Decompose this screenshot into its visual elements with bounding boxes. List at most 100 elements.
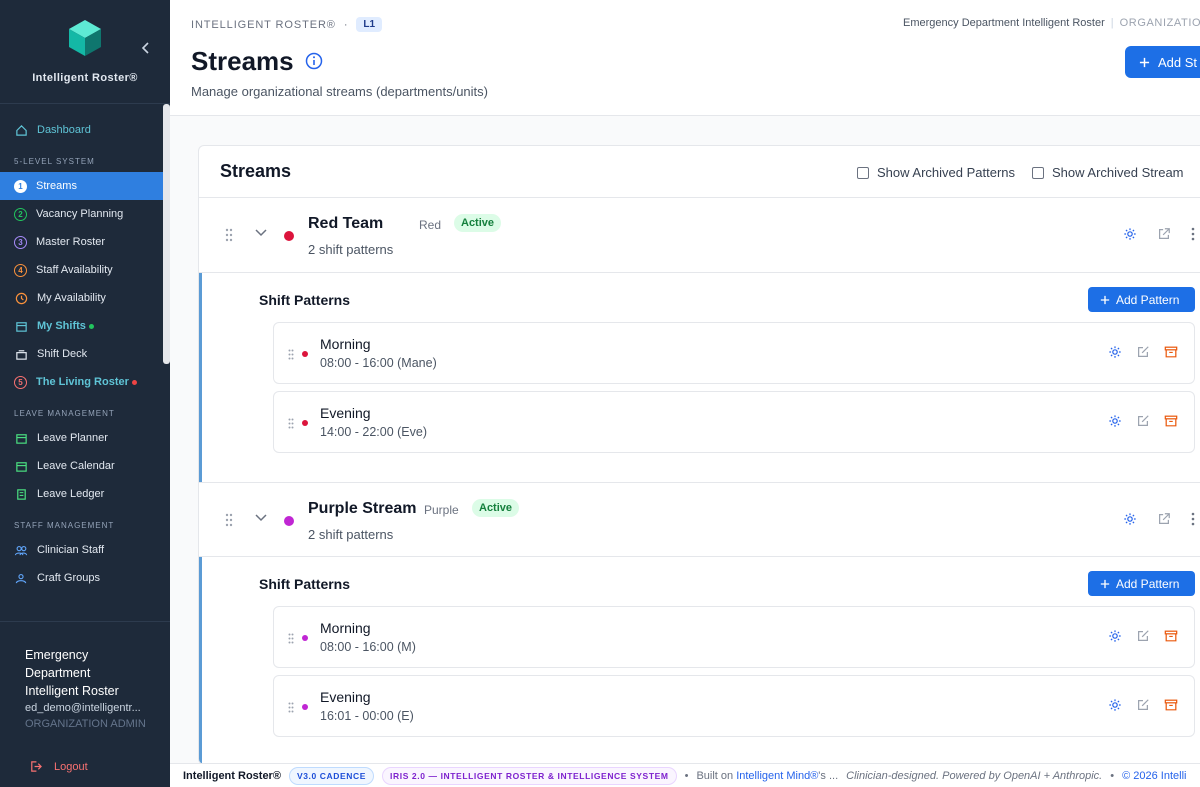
page-header: INTELLIGENT ROSTER® · L1 Emergency Depar… — [170, 0, 1200, 116]
pattern-color-dot — [302, 420, 308, 426]
drag-handle-icon[interactable] — [288, 418, 294, 429]
edit-icon[interactable] — [1136, 345, 1150, 359]
built-on-suffix: 's ... — [818, 769, 839, 782]
chevron-down-icon[interactable] — [255, 229, 267, 237]
calendar-icon — [14, 431, 28, 445]
settings-icon[interactable] — [1108, 345, 1122, 359]
archive-icon[interactable] — [1164, 345, 1178, 359]
sidebar-item-label: The Living Roster — [36, 376, 129, 388]
drag-handle-icon[interactable] — [225, 228, 233, 242]
sidebar-item-craft-groups[interactable]: Craft Groups — [0, 564, 163, 592]
level-4-badge: 4 — [14, 263, 27, 277]
sidebar-item-my-availability[interactable]: My Availability — [0, 284, 163, 312]
shift-pattern-card[interactable]: Evening 16:01 - 00:00 (E) — [273, 675, 1195, 737]
sidebar-item-leave-planner[interactable]: Leave Planner — [0, 424, 163, 452]
edit-icon[interactable] — [1136, 629, 1150, 643]
sidebar-item-my-shifts[interactable]: My Shifts — [0, 312, 163, 340]
checkbox-box[interactable] — [857, 166, 869, 179]
settings-icon[interactable] — [1108, 629, 1122, 643]
sidebar-item-streams[interactable]: 1 Streams — [0, 172, 163, 200]
add-stream-label: Add St — [1158, 54, 1198, 70]
add-pattern-label: Add Pattern — [1116, 576, 1180, 591]
external-link-icon[interactable] — [1157, 512, 1171, 526]
sidebar-item-label: My Shifts — [37, 320, 86, 332]
sidebar-item-label: Leave Ledger — [37, 488, 105, 500]
collapse-sidebar-button[interactable] — [138, 38, 152, 58]
user-role: ORGANIZATION ADMIN — [25, 718, 146, 730]
archive-icon[interactable] — [1164, 414, 1178, 428]
sidebar-item-living-roster[interactable]: 5 The Living Roster — [0, 368, 163, 396]
edit-icon[interactable] — [1136, 698, 1150, 712]
sidebar-item-label: Shift Deck — [37, 348, 88, 360]
stream-color-name: Purple — [424, 503, 459, 517]
shift-pattern-card[interactable]: Evening 14:00 - 22:00 (Eve) — [273, 391, 1195, 453]
info-icon[interactable] — [305, 52, 323, 70]
sidebar-item-leave-calendar[interactable]: Leave Calendar — [0, 452, 163, 480]
pattern-name: Morning — [320, 336, 371, 352]
drag-handle-icon[interactable] — [288, 349, 294, 360]
pattern-count: 2 shift patterns — [308, 527, 394, 542]
edit-icon[interactable] — [1136, 414, 1150, 428]
logout-button[interactable]: Logout — [29, 760, 88, 773]
settings-icon[interactable] — [1123, 512, 1137, 526]
archive-icon[interactable] — [1164, 629, 1178, 643]
sidebar-item-label: Streams — [36, 180, 77, 192]
sidebar-item-leave-ledger[interactable]: Leave Ledger — [0, 480, 163, 508]
user-email: ed_demo@intelligentr... — [25, 702, 141, 714]
settings-icon[interactable] — [1123, 227, 1137, 241]
archive-icon[interactable] — [1164, 698, 1178, 712]
section-label-5level: 5-LEVEL SYSTEM — [14, 157, 95, 166]
show-archived-patterns-checkbox[interactable]: Show Archived Patterns — [857, 165, 1015, 180]
sidebar-item-staff-availability[interactable]: 4 Staff Availability — [0, 256, 163, 284]
more-vertical-icon[interactable] — [1191, 512, 1195, 526]
shift-pattern-card[interactable]: Morning 08:00 - 16:00 (Mane) — [273, 322, 1195, 384]
checkbox-box[interactable] — [1032, 166, 1044, 179]
footer-separator: • — [684, 769, 689, 782]
pattern-name: Evening — [320, 689, 371, 705]
add-pattern-button[interactable]: Add Pattern — [1088, 571, 1195, 596]
add-pattern-button[interactable]: Add Pattern — [1088, 287, 1195, 312]
users-icon — [14, 543, 28, 557]
sidebar-item-master-roster[interactable]: 3 Master Roster — [0, 228, 163, 256]
chevron-down-icon[interactable] — [255, 514, 267, 522]
pattern-time: 14:00 - 22:00 (Eve) — [320, 425, 428, 439]
org-context: Emergency Department Intelligent Roster |… — [903, 17, 1200, 29]
sidebar-item-vacancy-planning[interactable]: 2 Vacancy Planning — [0, 200, 163, 228]
pattern-time: 08:00 - 16:00 (M) — [320, 640, 416, 654]
sidebar-item-clinician-staff[interactable]: Clinician Staff — [0, 536, 163, 564]
stream-name: Red Team — [308, 215, 384, 232]
drag-handle-icon[interactable] — [288, 702, 294, 713]
streams-card-header: Streams Show Archived Patterns Show Arch… — [199, 146, 1200, 198]
add-stream-button[interactable]: Add St — [1125, 46, 1200, 78]
stream-row[interactable]: Purple Stream Purple Active 2 shift patt… — [199, 482, 1200, 557]
shift-patterns-section: Shift Patterns Add Pattern Morning 08:00… — [199, 557, 1200, 764]
stream-color-name: Red — [419, 218, 442, 232]
stream-row[interactable]: Red Team Red Active 2 shift patterns — [199, 198, 1200, 273]
sidebar-item-shift-deck[interactable]: Shift Deck — [0, 340, 163, 368]
checkbox-label: Show Archived Patterns — [877, 165, 1016, 180]
sidebar-item-label: Clinician Staff — [37, 544, 105, 556]
breadcrumb-root[interactable]: INTELLIGENT ROSTER® — [191, 19, 336, 31]
built-on-link[interactable]: Intelligent Mind® — [736, 770, 818, 782]
drag-handle-icon[interactable] — [225, 513, 233, 527]
footer-separator: • — [1110, 769, 1115, 782]
logout-label: Logout — [54, 760, 88, 773]
drag-handle-icon[interactable] — [288, 633, 294, 644]
status-badge: Active — [454, 214, 502, 232]
shift-pattern-card[interactable]: Morning 08:00 - 16:00 (M) — [273, 606, 1195, 668]
level-2-badge: 2 — [14, 207, 27, 221]
show-archived-streams-checkbox[interactable]: Show Archived Stream — [1032, 165, 1184, 180]
settings-icon[interactable] — [1108, 414, 1122, 428]
sidebar-scrollbar[interactable] — [163, 104, 170, 364]
pattern-color-dot — [302, 704, 308, 710]
sidebar-item-dashboard[interactable]: Dashboard — [0, 116, 163, 144]
settings-icon[interactable] — [1108, 698, 1122, 712]
group-icon — [14, 571, 28, 585]
sidebar-nav: Dashboard 5-LEVEL SYSTEM 1 Streams 2 Vac… — [0, 104, 163, 620]
more-vertical-icon[interactable] — [1191, 227, 1195, 241]
section-label-leave: LEAVE MANAGEMENT — [14, 409, 115, 418]
brand-name: Intelligent Roster® — [32, 72, 138, 84]
external-link-icon[interactable] — [1157, 227, 1171, 241]
pattern-name: Morning — [320, 620, 371, 636]
pattern-actions — [1108, 345, 1178, 359]
